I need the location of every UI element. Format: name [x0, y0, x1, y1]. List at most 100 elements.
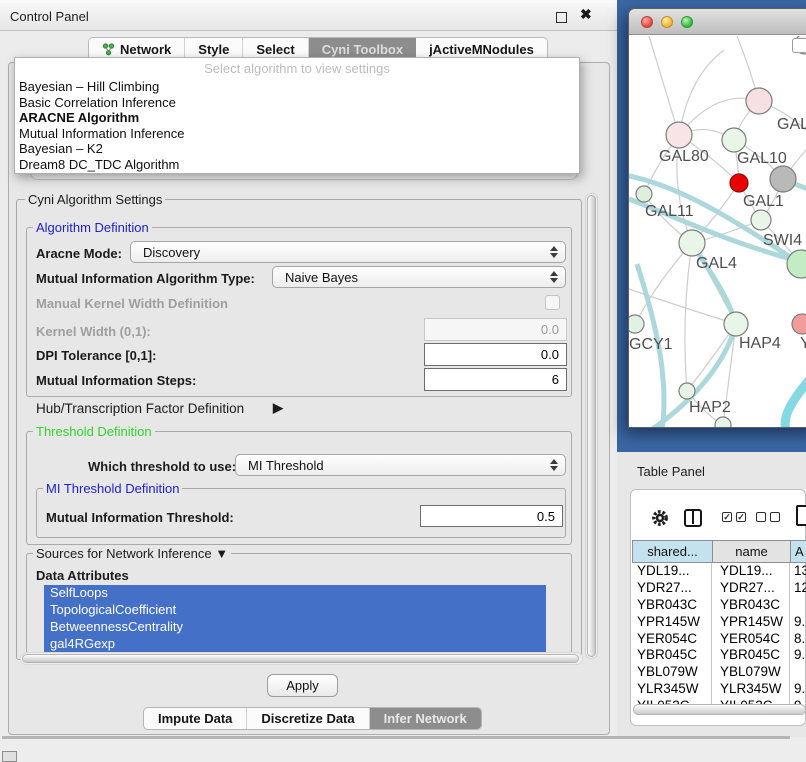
- manual-kernel-label: Manual Kernel Width Definition: [36, 296, 228, 311]
- algorithm-option-aracne[interactable]: ARACNE Algorithm: [15, 110, 579, 126]
- table-panel-title: Table Panel: [637, 464, 705, 479]
- sources-legend: Sources for Network Inference ▼: [33, 546, 231, 561]
- settings-horizontal-scrollbar[interactable]: [20, 652, 583, 665]
- mi-threshold-legend: MI Threshold Definition: [43, 481, 182, 496]
- tab-impute-data[interactable]: Impute Data: [144, 708, 247, 729]
- vertical-scrollbar-thumb[interactable]: [587, 195, 596, 657]
- combo-stepper-icon: [550, 267, 558, 287]
- node-label-y: Y: [800, 335, 806, 353]
- node-gal2[interactable]: [746, 88, 772, 114]
- bottom-strip: [0, 739, 806, 762]
- kernel-width-label: Kernel Width (0,1):: [36, 324, 151, 339]
- algorithm-option-bayesian-hill[interactable]: Bayesian – Hill Climbing: [15, 79, 579, 95]
- algorithm-option-bayesian-k2[interactable]: Bayesian – K2: [15, 141, 579, 157]
- mi-steps-input[interactable]: 6: [424, 368, 567, 391]
- deselect-all-checkboxes-icon[interactable]: [756, 512, 780, 522]
- node-label-gal10: GAL10: [737, 150, 787, 168]
- algorithm-option-basic-correlation[interactable]: Basic Correlation Inference: [15, 95, 579, 111]
- bottom-left-widget-icon[interactable]: [2, 751, 17, 762]
- node-salmon[interactable]: [792, 314, 806, 334]
- node-gal1[interactable]: [751, 210, 771, 230]
- table-row[interactable]: YPR145WYPR145W9.: [632, 614, 806, 631]
- table-horizontal-scrollbar[interactable]: [633, 704, 806, 715]
- table-row[interactable]: YER054CYER054C8.: [632, 631, 806, 648]
- algorithm-dropdown-popup: Select algorithm to view settings Bayesi…: [14, 57, 580, 174]
- node-selected-red[interactable]: [730, 174, 748, 192]
- table-row[interactable]: YBR045CYBR045C9.: [632, 647, 806, 664]
- node-label-gal11: GAL11: [645, 203, 694, 221]
- column-header-partial[interactable]: A: [791, 541, 806, 562]
- mi-threshold-input[interactable]: 0.5: [420, 505, 563, 527]
- select-all-checkboxes-icon[interactable]: ✓ ✓: [722, 512, 746, 522]
- attribute-selfloops[interactable]: SelfLoops: [44, 585, 546, 602]
- network-window[interactable]: GAL GAL80 GAL10 GAL11 GAL1 SWI4 GAL4 GCY…: [628, 8, 806, 428]
- column-layout-icon[interactable]: [684, 509, 702, 527]
- attribute-gal4rgexp[interactable]: gal4RGexp: [44, 636, 546, 653]
- minimize-traffic-light-icon[interactable]: [661, 16, 673, 28]
- node-label-swi4: SWI4: [763, 232, 802, 250]
- network-window-titlebar[interactable]: [629, 9, 806, 35]
- attribute-betweennesscentrality[interactable]: BetweennessCentrality: [44, 619, 546, 636]
- node-label-hap2: HAP2: [689, 399, 731, 417]
- threshold-definition-legend: Threshold Definition: [33, 424, 155, 439]
- horizontal-scrollbar-thumb[interactable]: [22, 654, 579, 663]
- node-hap2[interactable]: [679, 383, 695, 399]
- canvas-corner-widget[interactable]: [792, 38, 806, 53]
- mi-type-select[interactable]: Naive Bayes: [272, 266, 566, 288]
- node-gal11[interactable]: [636, 186, 652, 202]
- node-label-gal4: GAL4: [696, 255, 737, 273]
- table-body: YDL19...YDL19...13 YDR27...YDR27...12 YB…: [632, 563, 806, 704]
- hub-expand-arrow-icon[interactable]: ▶: [273, 400, 283, 416]
- control-panel-header: [0, 0, 617, 31]
- tab-infer-network[interactable]: Infer Network: [370, 708, 481, 729]
- apply-button[interactable]: Apply: [267, 674, 338, 697]
- hub-definition-label[interactable]: Hub/Transcription Factor Definition: [36, 401, 244, 416]
- close-traffic-light-icon[interactable]: [641, 16, 653, 28]
- table-row[interactable]: YDL19...YDL19...13: [632, 563, 806, 580]
- aracne-mode-select[interactable]: Discovery: [130, 241, 566, 263]
- table-row[interactable]: YBL079WYBL079W: [632, 664, 806, 681]
- kernel-width-input[interactable]: 0.0: [424, 318, 567, 341]
- sources-collapse-arrow-icon[interactable]: ▼: [215, 546, 228, 561]
- algorithm-prompt: Select algorithm to view settings: [15, 58, 579, 79]
- table-row[interactable]: YLR345WYLR345W9.: [632, 681, 806, 698]
- table-header-row: shared... name A: [632, 540, 806, 563]
- dpi-tolerance-input[interactable]: 0.0: [424, 343, 567, 366]
- attribute-topologicalcoefficient[interactable]: TopologicalCoefficient: [44, 602, 546, 619]
- table-row[interactable]: YDR27...YDR27...12: [632, 580, 806, 597]
- network-canvas[interactable]: GAL GAL80 GAL10 GAL11 GAL1 SWI4 GAL4 GCY…: [629, 36, 806, 427]
- network-edge-cyan: [785, 368, 806, 427]
- mi-threshold-label: Mutual Information Threshold:: [46, 510, 234, 525]
- combo-stepper-icon: [550, 455, 558, 475]
- manual-kernel-checkbox[interactable]: [545, 295, 560, 310]
- tab-discretize-data[interactable]: Discretize Data: [247, 708, 369, 729]
- gear-icon[interactable]: [650, 508, 670, 528]
- data-attributes-list: SelfLoops TopologicalCoefficient Between…: [44, 585, 546, 653]
- zoom-traffic-light-icon[interactable]: [681, 16, 693, 28]
- algorithm-option-dream8[interactable]: Dream8 DC_TDC Algorithm: [15, 157, 579, 173]
- column-header-name[interactable]: name: [713, 541, 791, 562]
- document-icon[interactable]: [796, 505, 806, 526]
- aracne-mode-label: Aracne Mode:: [36, 246, 122, 261]
- algorithm-option-mutual-information[interactable]: Mutual Information Inference: [15, 126, 579, 142]
- network-icon: [102, 43, 115, 56]
- node-label-hap4: HAP4: [739, 335, 781, 353]
- settings-vertical-scrollbar[interactable]: [585, 193, 598, 659]
- node-bottom-partial[interactable]: [715, 417, 731, 427]
- which-threshold-select[interactable]: MI Threshold: [235, 454, 566, 476]
- node-label-gal: GAL: [777, 116, 806, 134]
- close-icon[interactable]: ✖: [580, 6, 592, 23]
- mi-type-label: Mutual Information Algorithm Type:: [36, 271, 255, 286]
- node-gal80[interactable]: [666, 122, 692, 148]
- node-gal10[interactable]: [722, 128, 746, 152]
- table-row[interactable]: YBR043CYBR043C: [632, 597, 806, 614]
- cyni-settings-legend: Cyni Algorithm Settings: [25, 192, 165, 207]
- mi-steps-label: Mutual Information Steps:: [36, 373, 196, 388]
- node-gcy1[interactable]: [629, 315, 644, 333]
- column-header-shared[interactable]: shared...: [633, 541, 713, 562]
- float-window-icon[interactable]: [556, 12, 567, 23]
- node-gal4[interactable]: [679, 230, 705, 256]
- tab-network-label: Network: [120, 42, 171, 57]
- node-gray[interactable]: [770, 166, 796, 192]
- node-hap4[interactable]: [724, 312, 748, 336]
